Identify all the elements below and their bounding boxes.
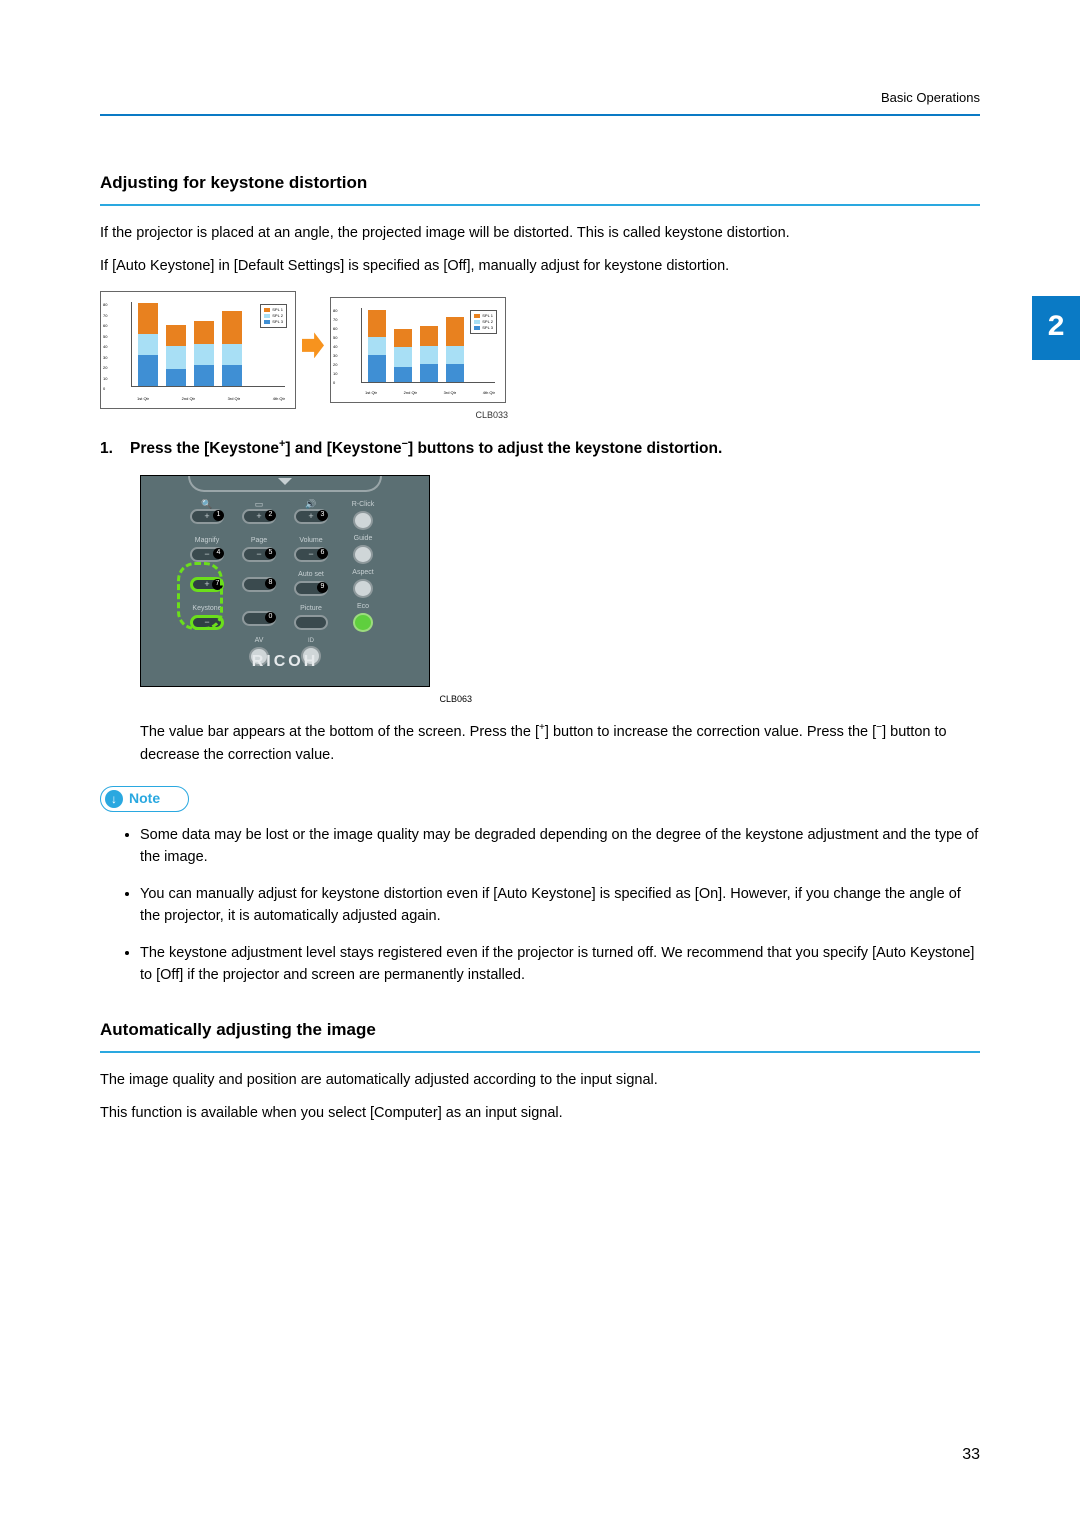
chart1-legend: SPL 1 SPL 2 SPL 3 (260, 304, 287, 328)
keystone-figure: 80 70 60 50 40 30 20 10 0 1st Qtr 2nd Qt… (100, 291, 980, 409)
aspect-button (353, 579, 373, 598)
rclick-button (353, 511, 373, 530)
magnify-search-icon: 🔍 (201, 500, 212, 509)
section2-title: Automatically adjusting the image (100, 1017, 980, 1043)
step-1-text: Press the [Keystone+] and [Keystone−] bu… (130, 437, 722, 461)
note-item: Some data may be lost or the image quali… (140, 824, 980, 869)
arrow-icon (302, 332, 324, 358)
keystone-highlight-outline (177, 562, 223, 630)
header-rule (100, 114, 980, 116)
section2-para1: The image quality and position are autom… (100, 1069, 980, 1091)
chart2-legend: SPL 1 SPL 2 SPL 3 (470, 310, 497, 334)
section1-title: Adjusting for keystone distortion (100, 170, 980, 196)
chart1-xticks: 1st Qtr 2nd Qtr 3rd Qtr 4th Qtr (137, 396, 285, 402)
remote-dpad-outline (188, 476, 382, 492)
note-arrow-icon: ↓ (105, 790, 123, 808)
section1-para2: If [Auto Keystone] in [Default Settings]… (100, 255, 980, 277)
document-page: Basic Operations 2 Adjusting for keyston… (0, 0, 1080, 1532)
note-list: Some data may be lost or the image quali… (100, 824, 980, 987)
chart2-xticks: 1st Qtr 2nd Qtr 3rd Qtr 4th Qtr (365, 390, 495, 396)
chart2-yticks: 80 70 60 50 40 30 20 10 0 (333, 308, 337, 386)
note-item: You can manually adjust for keystone dis… (140, 883, 980, 928)
header-section-label: Basic Operations (881, 88, 980, 108)
remote-figure: 🔍+1 ▭+2 🔊+3 R-Click Magnify−4 Page−5 Vol… (140, 475, 980, 687)
page-icon: ▭ (255, 500, 264, 509)
note-label: Note (129, 788, 160, 810)
guide-button (353, 545, 373, 564)
keystone-chart-distorted: 80 70 60 50 40 30 20 10 0 1st Qtr 2nd Qt… (100, 291, 296, 409)
keystone-chart-corrected: 80 70 60 50 40 30 20 10 0 1st Qtr 2nd Qt… (330, 297, 506, 403)
figure1-id: CLB033 (100, 409, 508, 423)
section-underline (100, 204, 980, 206)
step-1: 1. Press the [Keystone+] and [Keystone−]… (100, 437, 980, 461)
chapter-tab: 2 (1032, 296, 1080, 360)
chart1-yticks: 80 70 60 50 40 30 20 10 0 (103, 302, 107, 392)
figure2-id: CLB063 (140, 693, 472, 707)
section-underline (100, 1051, 980, 1053)
section1-para1: If the projector is placed at an angle, … (100, 222, 980, 244)
remote-brand: RICOH (252, 650, 319, 675)
note-badge: ↓ Note (100, 786, 189, 812)
eco-button (353, 613, 373, 632)
note-item: The keystone adjustment level stays regi… (140, 942, 980, 987)
section2-para2: This function is available when you sele… (100, 1102, 980, 1124)
step-1-number: 1. (100, 437, 122, 461)
running-header: Basic Operations (100, 88, 980, 108)
volume-icon: 🔊 (305, 500, 316, 509)
remote-control-illustration: 🔍+1 ▭+2 🔊+3 R-Click Magnify−4 Page−5 Vol… (140, 475, 430, 687)
step1-result: The value bar appears at the bottom of t… (140, 721, 980, 766)
page-number: 33 (962, 1443, 980, 1468)
chapter-number: 2 (1047, 305, 1065, 352)
